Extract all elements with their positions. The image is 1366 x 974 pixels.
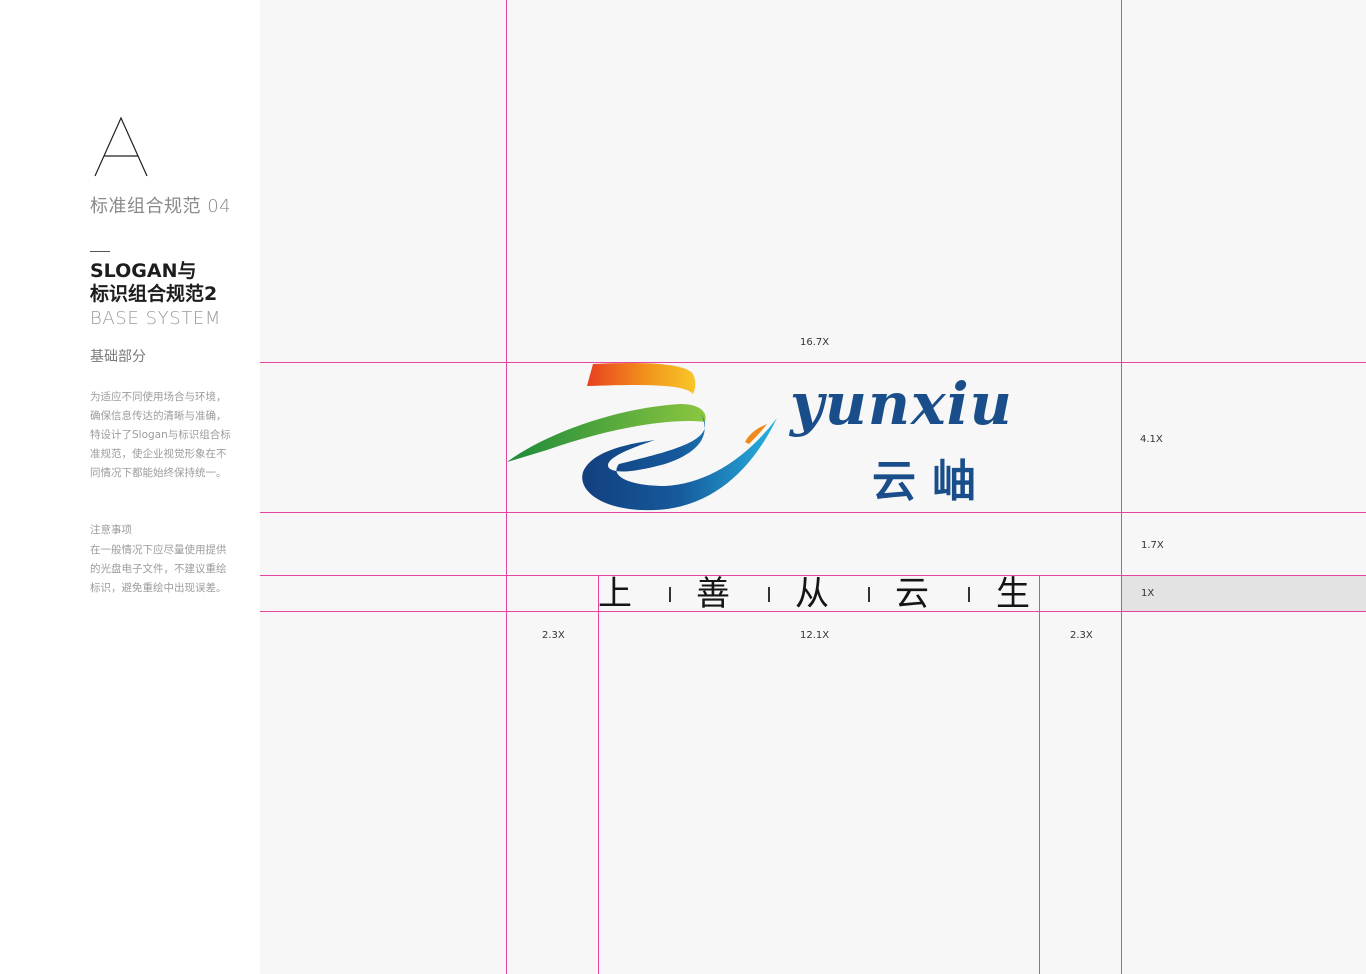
slogan-height-band bbox=[1121, 576, 1366, 611]
page-title: SLOGAN与 标识组合规范2 bbox=[90, 260, 217, 306]
brand-latin-name: yunxiu bbox=[790, 370, 1013, 438]
slogan-char-2: 善 bbox=[696, 574, 730, 614]
section-title: 标准组合规范 04 bbox=[90, 196, 232, 217]
guide-horizontal-logo-bottom bbox=[260, 512, 1366, 513]
slogan-char-1: 上 bbox=[598, 574, 632, 614]
part-label: 基础部分 bbox=[90, 349, 146, 365]
note-title: 注意事项 bbox=[90, 524, 132, 536]
brand-logo-mark bbox=[507, 363, 777, 511]
section-letter-a: A bbox=[94, 116, 148, 177]
dim-top-width: 16.7X bbox=[800, 337, 830, 348]
guide-vertical-slogan-left bbox=[598, 576, 599, 974]
dim-logo-height: 4.1X bbox=[1140, 434, 1163, 445]
slogan-char-4: 云 bbox=[895, 574, 929, 614]
page-title-line-1: SLOGAN与 bbox=[90, 260, 197, 282]
slogan-separator bbox=[768, 587, 770, 602]
guide-vertical-slogan-right bbox=[1039, 576, 1040, 974]
page-title-line-2: 标识组合规范2 bbox=[90, 283, 218, 305]
guide-vertical-right bbox=[1121, 0, 1122, 974]
guideline-canvas bbox=[260, 0, 1366, 974]
guide-horizontal-logo-top bbox=[260, 362, 1366, 363]
page-subtitle: BASE SYSTEM bbox=[90, 308, 221, 329]
slogan-separator bbox=[669, 587, 671, 602]
slogan-char-3: 从 bbox=[795, 574, 829, 614]
slogan-char-5: 生 bbox=[996, 574, 1030, 614]
dim-right-margin: 2.3X bbox=[1070, 630, 1093, 641]
description-paragraph: 为适应不同使用场合与环境，确保信息传达的清晰与准确，特设计了Slogan与标识组… bbox=[90, 391, 231, 479]
dim-left-margin: 2.3X bbox=[542, 630, 565, 641]
slogan-separator bbox=[868, 587, 870, 602]
dim-slogan-width: 12.1X bbox=[800, 630, 830, 641]
divider bbox=[90, 251, 110, 252]
dim-slogan-height: 1X bbox=[1141, 588, 1155, 599]
brand-chinese-name: 云岫 bbox=[872, 456, 992, 507]
sidebar: A 标准组合规范 04 SLOGAN与 标识组合规范2 BASE SYSTEM … bbox=[0, 0, 260, 974]
note-body: 在一般情况下应尽量使用提供的光盘电子文件，不建议重绘标识，避免重绘中出现误差。 bbox=[90, 544, 227, 594]
dim-gap-height: 1.7X bbox=[1141, 540, 1164, 551]
slogan-separator bbox=[968, 587, 970, 602]
